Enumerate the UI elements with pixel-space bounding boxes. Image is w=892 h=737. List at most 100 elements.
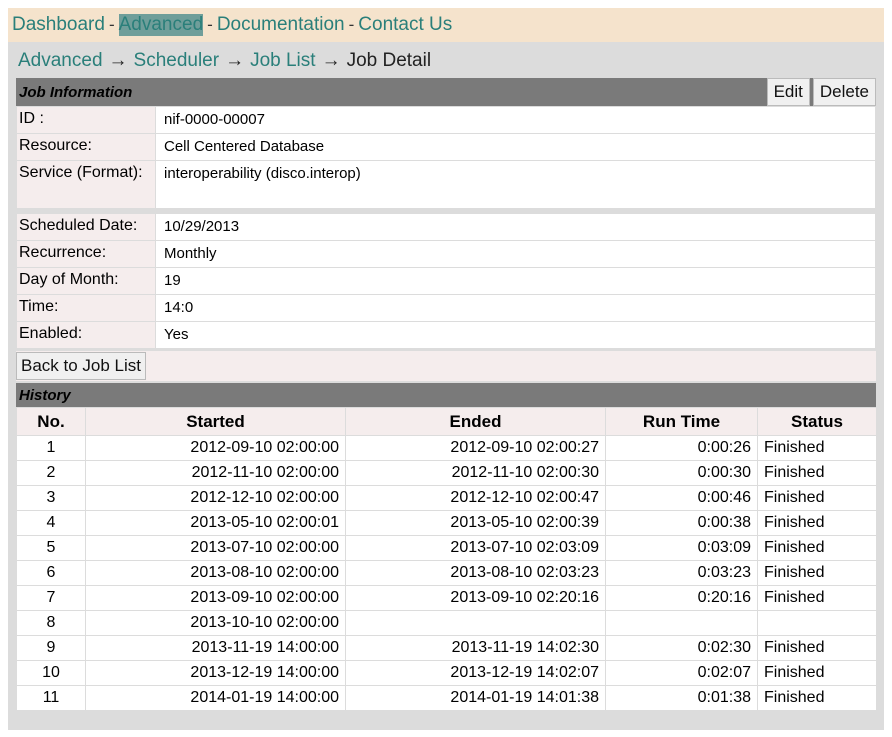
cell-status: Finished bbox=[757, 535, 877, 561]
cell-started: 2013-09-10 02:00:00 bbox=[85, 585, 346, 611]
column-header-status: Status bbox=[757, 407, 877, 436]
breadcrumb-arrow: → bbox=[108, 50, 128, 71]
info-row-time: Time: 14:0 bbox=[16, 294, 876, 322]
table-row: 3 2012-12-10 02:00:00 2012-12-10 02:00:4… bbox=[16, 485, 877, 511]
breadcrumb-scheduler-link[interactable]: Scheduler bbox=[134, 50, 220, 72]
cell-run-time: 0:03:23 bbox=[605, 560, 758, 586]
cell-no: 2 bbox=[16, 460, 86, 486]
info-row-service: Service (Format): interoperability (disc… bbox=[16, 160, 876, 209]
info-label: Scheduled Date: bbox=[16, 213, 156, 241]
history-header: History bbox=[16, 383, 876, 407]
top-navigation: Dashboard - Advanced - Documentation - C… bbox=[8, 8, 884, 42]
cell-ended: 2012-11-10 02:00:30 bbox=[345, 460, 606, 486]
header-actions: Edit Delete bbox=[764, 78, 876, 106]
back-to-job-list-button[interactable]: Back to Job List bbox=[16, 352, 147, 380]
cell-started: 2013-08-10 02:00:00 bbox=[85, 560, 346, 586]
cell-started: 2013-10-10 02:00:00 bbox=[85, 610, 346, 636]
cell-ended: 2014-01-19 14:01:38 bbox=[345, 685, 606, 711]
section-title: History bbox=[19, 386, 71, 404]
cell-run-time: 0:00:38 bbox=[605, 510, 758, 536]
nav-separator: - bbox=[348, 15, 355, 34]
nav-documentation-link[interactable]: Documentation bbox=[217, 14, 345, 36]
cell-no: 3 bbox=[16, 485, 86, 511]
cell-started: 2012-09-10 02:00:00 bbox=[85, 435, 346, 461]
cell-ended: 2013-08-10 02:03:23 bbox=[345, 560, 606, 586]
nav-contact-us-link[interactable]: Contact Us bbox=[358, 14, 452, 36]
cell-started: 2012-12-10 02:00:00 bbox=[85, 485, 346, 511]
cell-status: Finished bbox=[757, 585, 877, 611]
table-row: 8 2013-10-10 02:00:00 bbox=[16, 610, 877, 636]
info-label: Day of Month: bbox=[16, 267, 156, 295]
cell-ended: 2013-07-10 02:03:09 bbox=[345, 535, 606, 561]
breadcrumb-arrow: → bbox=[321, 50, 341, 71]
info-label: Time: bbox=[16, 294, 156, 322]
column-header-ended: Ended bbox=[345, 407, 606, 436]
info-label: Enabled: bbox=[16, 321, 156, 349]
cell-status: Finished bbox=[757, 560, 877, 586]
info-value: nif-0000-00007 bbox=[155, 106, 876, 134]
table-row: 2 2012-11-10 02:00:00 2012-11-10 02:00:3… bbox=[16, 460, 877, 486]
column-header-started: Started bbox=[85, 407, 346, 436]
info-value: 10/29/2013 bbox=[155, 213, 876, 241]
info-label: Service (Format): bbox=[16, 160, 156, 209]
cell-no: 1 bbox=[16, 435, 86, 461]
nav-dashboard-link[interactable]: Dashboard bbox=[12, 14, 105, 36]
cell-status: Finished bbox=[757, 635, 877, 661]
info-value: 14:0 bbox=[155, 294, 876, 322]
cell-run-time: 0:00:26 bbox=[605, 435, 758, 461]
cell-status: Finished bbox=[757, 510, 877, 536]
info-value: interoperability (disco.interop) bbox=[155, 160, 876, 209]
info-value: Cell Centered Database bbox=[155, 133, 876, 161]
breadcrumb: Advanced → Scheduler → Job List → Job De… bbox=[8, 42, 884, 78]
info-row-recurrence: Recurrence: Monthly bbox=[16, 240, 876, 268]
cell-run-time: 0:01:38 bbox=[605, 685, 758, 711]
back-row: Back to Job List bbox=[16, 349, 876, 381]
info-row-day-of-month: Day of Month: 19 bbox=[16, 267, 876, 295]
cell-no: 7 bbox=[16, 585, 86, 611]
cell-ended bbox=[345, 610, 606, 636]
cell-ended: 2013-05-10 02:00:39 bbox=[345, 510, 606, 536]
cell-no: 9 bbox=[16, 635, 86, 661]
nav-separator: - bbox=[207, 15, 213, 34]
info-row-scheduled-date: Scheduled Date: 10/29/2013 bbox=[16, 213, 876, 241]
nav-separator: - bbox=[108, 15, 115, 34]
breadcrumb-advanced-link[interactable]: Advanced bbox=[18, 50, 103, 72]
edit-button[interactable]: Edit bbox=[766, 78, 810, 106]
column-header-no: No. bbox=[16, 407, 86, 436]
cell-started: 2013-07-10 02:00:00 bbox=[85, 535, 346, 561]
cell-status: Finished bbox=[757, 485, 877, 511]
cell-run-time: 0:00:30 bbox=[605, 460, 758, 486]
cell-no: 5 bbox=[16, 535, 86, 561]
info-value: Monthly bbox=[155, 240, 876, 268]
nav-advanced-link[interactable]: Advanced bbox=[118, 14, 204, 36]
table-row: 1 2012-09-10 02:00:00 2012-09-10 02:00:2… bbox=[16, 435, 877, 461]
cell-started: 2013-05-10 02:00:01 bbox=[85, 510, 346, 536]
job-info-table: ID : nif-0000-00007 Resource: Cell Cente… bbox=[16, 106, 876, 209]
breadcrumb-job-list-link[interactable]: Job List bbox=[250, 50, 315, 72]
cell-status bbox=[757, 610, 877, 636]
delete-button[interactable]: Delete bbox=[812, 78, 876, 106]
table-row: 10 2013-12-19 14:00:00 2013-12-19 14:02:… bbox=[16, 660, 877, 686]
info-row-enabled: Enabled: Yes bbox=[16, 321, 876, 349]
cell-no: 10 bbox=[16, 660, 86, 686]
breadcrumb-arrow: → bbox=[225, 50, 245, 71]
info-label: Resource: bbox=[16, 133, 156, 161]
cell-started: 2013-12-19 14:00:00 bbox=[85, 660, 346, 686]
history-header-row: No. Started Ended Run Time Status bbox=[16, 407, 877, 436]
cell-status: Finished bbox=[757, 460, 877, 486]
table-row: 4 2013-05-10 02:00:01 2013-05-10 02:00:3… bbox=[16, 510, 877, 536]
table-row: 7 2013-09-10 02:00:00 2013-09-10 02:20:1… bbox=[16, 585, 877, 611]
section-title: Job Information bbox=[19, 83, 133, 101]
cell-ended: 2012-09-10 02:00:27 bbox=[345, 435, 606, 461]
info-label: ID : bbox=[16, 106, 156, 134]
cell-ended: 2012-12-10 02:00:47 bbox=[345, 485, 606, 511]
cell-run-time: 0:02:30 bbox=[605, 635, 758, 661]
cell-no: 8 bbox=[16, 610, 86, 636]
info-row-id: ID : nif-0000-00007 bbox=[16, 106, 876, 134]
cell-run-time: 0:00:46 bbox=[605, 485, 758, 511]
table-row: 5 2013-07-10 02:00:00 2013-07-10 02:03:0… bbox=[16, 535, 877, 561]
history-table: No. Started Ended Run Time Status 1 2012… bbox=[16, 407, 877, 711]
table-row: 11 2014-01-19 14:00:00 2014-01-19 14:01:… bbox=[16, 685, 877, 711]
cell-run-time: 0:03:09 bbox=[605, 535, 758, 561]
cell-started: 2012-11-10 02:00:00 bbox=[85, 460, 346, 486]
